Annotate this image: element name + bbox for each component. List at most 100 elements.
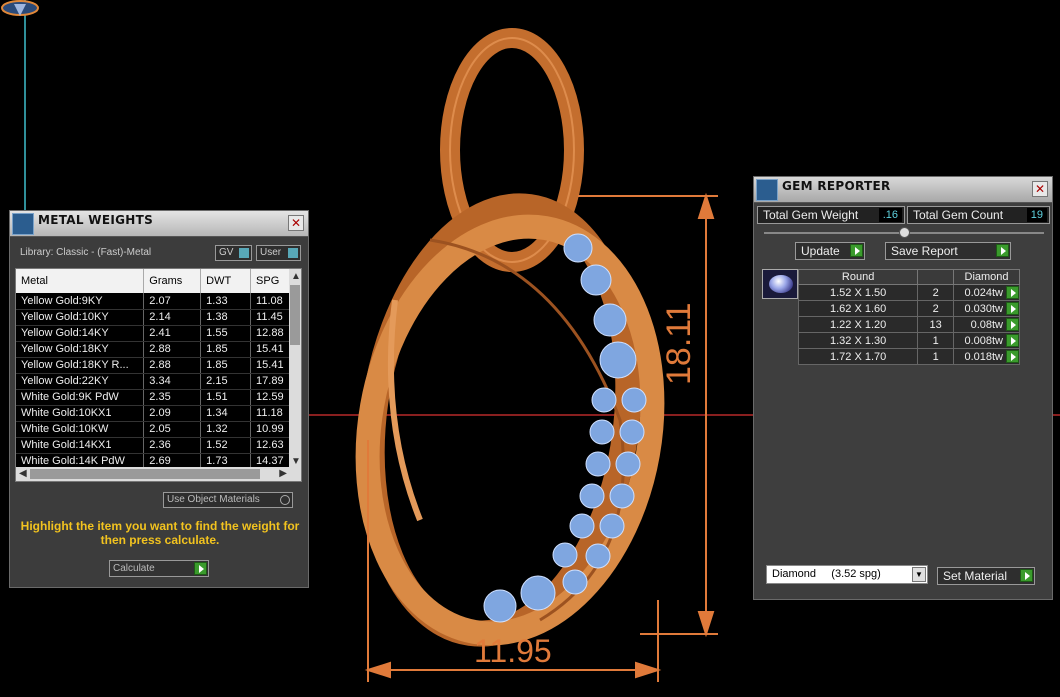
play-icon[interactable] — [1006, 302, 1019, 315]
table-cell: 2.05 — [143, 421, 202, 438]
table-cell: 2.09 — [143, 405, 202, 422]
table-cell: 1.72 X 1.70 — [797, 348, 919, 365]
gem-reporter-titlebar[interactable]: GEM REPORTER ✕ — [754, 177, 1052, 203]
user-label: User — [260, 247, 282, 258]
table-row[interactable]: Yellow Gold:9KY 2.07 1.33 11.08 — [16, 293, 294, 310]
instruction-message: Highlight the item you want to find the … — [20, 519, 300, 547]
width-dimension-label: 11.95 — [474, 633, 552, 669]
gem-weight-value: 0.030tw — [964, 302, 1003, 315]
play-icon[interactable] — [1006, 286, 1019, 299]
table-cell: 1.85 — [200, 357, 252, 374]
gv-toggle[interactable]: GV — [215, 245, 252, 261]
gem-table[interactable]: Round Diamond 1.52 X 1.50 2 0.024tw 1.62 X 1… — [797, 269, 1020, 365]
table-cell: 1.33 — [200, 293, 252, 310]
gem-weight-value: 0.008tw — [964, 334, 1003, 347]
calculate-label: Calculate — [113, 563, 155, 574]
table-cell: 11.18 — [250, 405, 294, 422]
table-cell: 2.41 — [143, 325, 202, 342]
user-toggle[interactable]: User — [256, 245, 301, 261]
table-row[interactable]: 1.62 X 1.60 2 0.030tw — [797, 300, 1020, 317]
update-button[interactable]: Update — [795, 242, 865, 260]
gem-weight-value: 0.08tw — [970, 318, 1003, 331]
table-row[interactable]: White Gold:10KX1 2.09 1.34 11.18 — [16, 405, 294, 422]
play-icon[interactable] — [1006, 350, 1019, 363]
table-cell: 1.32 X 1.30 — [797, 332, 919, 349]
table-cell: 2.36 — [143, 437, 202, 454]
close-icon[interactable]: ✕ — [1032, 181, 1048, 197]
vertical-scrollbar[interactable]: ▲ ▼ — [289, 269, 301, 469]
table-cell: White Gold:10KW — [16, 421, 145, 438]
table-row[interactable]: Yellow Gold:14KY 2.41 1.55 12.88 — [16, 325, 294, 342]
table-cell: 17.89 — [250, 373, 294, 390]
play-icon[interactable] — [996, 244, 1009, 257]
scroll-down-icon[interactable]: ▼ — [291, 456, 301, 467]
table-row[interactable]: 1.32 X 1.30 1 0.008tw — [797, 332, 1020, 349]
height-dimension-label: 18.11 — [660, 302, 698, 385]
radio-icon[interactable] — [280, 495, 290, 505]
table-cell: 15.41 — [250, 357, 294, 374]
table-cell: 3.34 — [143, 373, 202, 390]
table-cell: 2.88 — [143, 357, 202, 374]
table-cell: Yellow Gold:18KY — [16, 341, 145, 358]
metal-column-header[interactable]: Grams — [143, 269, 202, 293]
scroll-right-icon[interactable]: ▶ — [279, 468, 287, 479]
gem-thumbnail[interactable] — [762, 269, 798, 299]
table-cell: 12.59 — [250, 389, 294, 406]
play-icon[interactable] — [1006, 334, 1019, 347]
close-icon[interactable]: ✕ — [288, 215, 304, 231]
play-icon[interactable] — [1020, 569, 1033, 582]
use-object-materials-option[interactable]: Use Object Materials — [163, 492, 293, 508]
table-cell: 1.52 X 1.50 — [797, 284, 919, 301]
metal-weights-titlebar[interactable]: METAL WEIGHTS ✕ — [10, 211, 308, 237]
metal-column-header[interactable]: SPG — [250, 269, 294, 293]
table-cell: White Gold:14KX1 — [16, 437, 145, 454]
table-cell: 1.85 — [200, 341, 252, 358]
table-cell: 11.08 — [250, 293, 294, 310]
table-cell: 12.63 — [250, 437, 294, 454]
table-row[interactable]: White Gold:14KX1 2.36 1.52 12.63 — [16, 437, 294, 454]
save-report-button[interactable]: Save Report — [885, 242, 1011, 260]
table-cell: 2 — [917, 284, 955, 301]
gem-slider[interactable] — [764, 227, 1044, 238]
scroll-up-icon[interactable]: ▲ — [291, 271, 301, 282]
play-icon[interactable] — [850, 244, 863, 257]
table-row[interactable]: White Gold:10KW 2.05 1.32 10.99 — [16, 421, 294, 438]
table-row[interactable]: White Gold:9K PdW 2.35 1.51 12.59 — [16, 389, 294, 406]
material-select-value: Diamond (3.52 spg) — [772, 568, 881, 580]
use-object-materials-label: Use Object Materials — [167, 494, 260, 505]
metal-weights-title: METAL WEIGHTS — [38, 213, 154, 227]
table-cell: 1.32 — [200, 421, 252, 438]
chevron-down-icon[interactable]: ▼ — [912, 567, 926, 582]
gem-logo-icon[interactable] — [0, 0, 40, 20]
total-gem-count-field: Total Gem Count 19 — [907, 206, 1050, 224]
table-cell: 2.07 — [143, 293, 202, 310]
gem-column-header — [917, 269, 955, 285]
table-row[interactable]: 1.72 X 1.70 1 0.018tw — [797, 348, 1020, 365]
round-gem-icon — [769, 275, 793, 293]
metal-column-header[interactable]: Metal — [16, 269, 145, 293]
table-cell: 2.35 — [143, 389, 202, 406]
table-row[interactable]: Yellow Gold:18KY 2.88 1.85 15.41 — [16, 341, 294, 358]
metal-column-header[interactable]: DWT — [200, 269, 252, 293]
slider-handle[interactable] — [899, 227, 910, 238]
material-select[interactable]: Diamond (3.52 spg) ▼ — [766, 565, 928, 584]
table-row[interactable]: 1.52 X 1.50 2 0.024tw — [797, 284, 1020, 301]
table-cell: 1 — [917, 332, 955, 349]
metal-table[interactable]: Metal Grams DWT SPG Yellow Gold:9KY 2.07 1.33… — [15, 268, 302, 482]
horizontal-scrollbar[interactable]: ◀ ▶ — [16, 467, 301, 481]
table-row[interactable]: Yellow Gold:18KY R... 2.88 1.85 15.41 — [16, 357, 294, 374]
table-row[interactable]: 1.22 X 1.20 13 0.08tw — [797, 316, 1020, 333]
table-cell: 15.41 — [250, 341, 294, 358]
table-row[interactable]: Yellow Gold:10KY 2.14 1.38 11.45 — [16, 309, 294, 326]
gem-weight-value: 0.024tw — [964, 286, 1003, 299]
table-row[interactable]: Yellow Gold:22KY 3.34 2.15 17.89 — [16, 373, 294, 390]
calculate-button[interactable]: Calculate — [109, 560, 209, 577]
total-gem-weight-label: Total Gem Weight — [763, 208, 859, 222]
metal-weights-icon — [12, 213, 34, 235]
gem-reporter-title: GEM REPORTER — [782, 179, 891, 193]
play-icon[interactable] — [194, 562, 207, 575]
table-cell: 1.38 — [200, 309, 252, 326]
play-icon[interactable] — [1006, 318, 1019, 331]
scroll-left-icon[interactable]: ◀ — [19, 468, 27, 479]
set-material-button[interactable]: Set Material — [937, 567, 1035, 585]
